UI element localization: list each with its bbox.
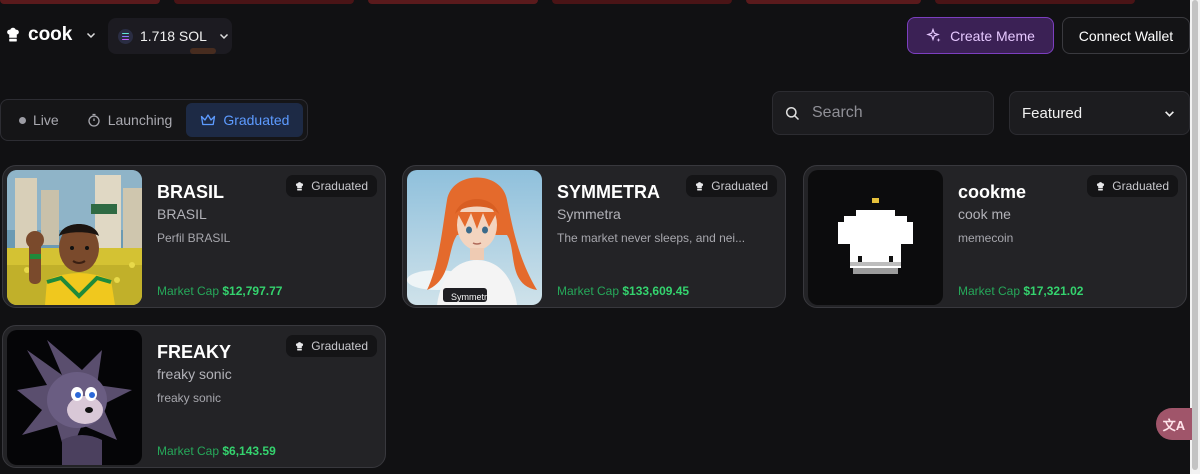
logo-text: cook [28,24,73,45]
market-cap: Market Cap $133,609.45 [557,284,689,298]
connect-wallet-button[interactable]: Connect Wallet [1062,17,1190,54]
wallet-balance: 1.718 SOL [140,28,207,44]
token-card[interactable]: BRASIL BRASIL Perfil BRASIL Market Cap $… [2,165,386,308]
page-scrollbar[interactable] [1190,0,1200,474]
chevron-down-icon [219,33,228,40]
market-cap: Market Cap $17,321.02 [958,284,1083,298]
status-badge: Graduated [686,175,777,197]
status-badge: Graduated [286,175,377,197]
market-cap-label: Market Cap [157,284,220,298]
token-card[interactable]: FREAKY freaky sonic freaky sonic Market … [2,325,386,468]
tab-launching-label: Launching [107,112,173,128]
sparkle-icon [926,27,941,42]
token-name: BRASIL [157,182,224,202]
token-image[interactable] [407,170,542,305]
token-description: The market never sleeps, and nei... [557,231,746,245]
balance-glow [190,48,216,54]
ticker-segment[interactable] [746,0,921,4]
search-box[interactable] [772,91,994,135]
status-badge-label: Graduated [311,179,368,193]
token-ticker: Symmetra [557,206,621,222]
ticker-segment[interactable] [174,0,354,4]
create-meme-label: Create Meme [950,27,1035,44]
status-badge-label: Graduated [1112,179,1169,193]
chevron-down-icon[interactable] [86,30,96,40]
market-cap-value: $133,609.45 [622,284,690,298]
token-name: cookme [958,182,1027,202]
search-icon [785,106,800,120]
market-cap-label: Market Cap [157,444,220,458]
crown-icon [201,114,216,126]
market-cap-label: Market Cap [958,284,1021,298]
token-description: Perfil BRASIL [157,231,231,245]
ticker-segment[interactable] [0,0,160,4]
token-description: freaky sonic [157,391,222,405]
sort-select[interactable]: Featured [1009,91,1190,135]
chef-hat-icon [296,341,304,350]
chef-hat-icon [696,181,704,190]
scrollbar-thumb[interactable] [1192,0,1198,470]
token-description: memecoin [958,231,1014,245]
market-cap-value: $17,321.02 [1023,284,1084,298]
tab-live-label: Live [33,112,59,128]
chevron-down-icon [1165,110,1174,117]
chef-hat-icon [7,27,19,42]
market-cap-value: $12,797.77 [222,284,283,298]
solana-icon [118,28,133,44]
translate-button[interactable]: 文A [1156,408,1192,440]
logo[interactable]: cook [4,24,96,46]
token-ticker: BRASIL [157,206,207,222]
tab-graduated-label: Graduated [223,112,290,128]
market-cap: Market Cap $6,143.59 [157,444,276,458]
ticker-segment[interactable] [368,0,538,4]
ticker-segment[interactable] [552,0,732,4]
stopwatch-icon [88,113,100,127]
token-card[interactable]: cookme cook me memecoin Market Cap $17,3… [803,165,1187,308]
token-image[interactable] [7,330,142,465]
status-badge-label: Graduated [311,339,368,353]
search-input[interactable] [812,104,972,122]
tab-launching[interactable]: Launching [73,103,187,137]
status-badge: Graduated [286,335,377,357]
market-cap: Market Cap $12,797.77 [157,284,282,298]
top-ticker-strip [0,0,1190,4]
status-tabs: Live Launching Graduated [0,99,308,141]
market-cap-label: Market Cap [557,284,620,298]
status-badge-label: Graduated [711,179,768,193]
ticker-segment[interactable] [935,0,1135,4]
connect-wallet-label: Connect Wallet [1078,27,1174,44]
tab-live[interactable]: Live [5,103,73,137]
sort-selected-label: Featured [1022,104,1083,122]
status-badge: Graduated [1087,175,1178,197]
chef-hat-icon [1097,181,1105,190]
market-cap-value: $6,143.59 [222,444,276,458]
chef-hat-icon [296,181,304,190]
token-image[interactable] [7,170,142,305]
token-ticker: cook me [958,206,1011,222]
token-ticker: freaky sonic [157,366,232,382]
token-image[interactable] [808,170,943,305]
create-meme-button[interactable]: Create Meme [907,17,1054,54]
token-name: FREAKY [157,342,232,362]
dot-icon [19,116,26,124]
token-card[interactable]: SYMMETRA Symmetra The market never sleep… [402,165,786,308]
token-name: SYMMETRA [557,182,660,202]
image-caption: Symmetry [451,292,492,302]
tab-graduated[interactable]: Graduated [186,103,304,137]
